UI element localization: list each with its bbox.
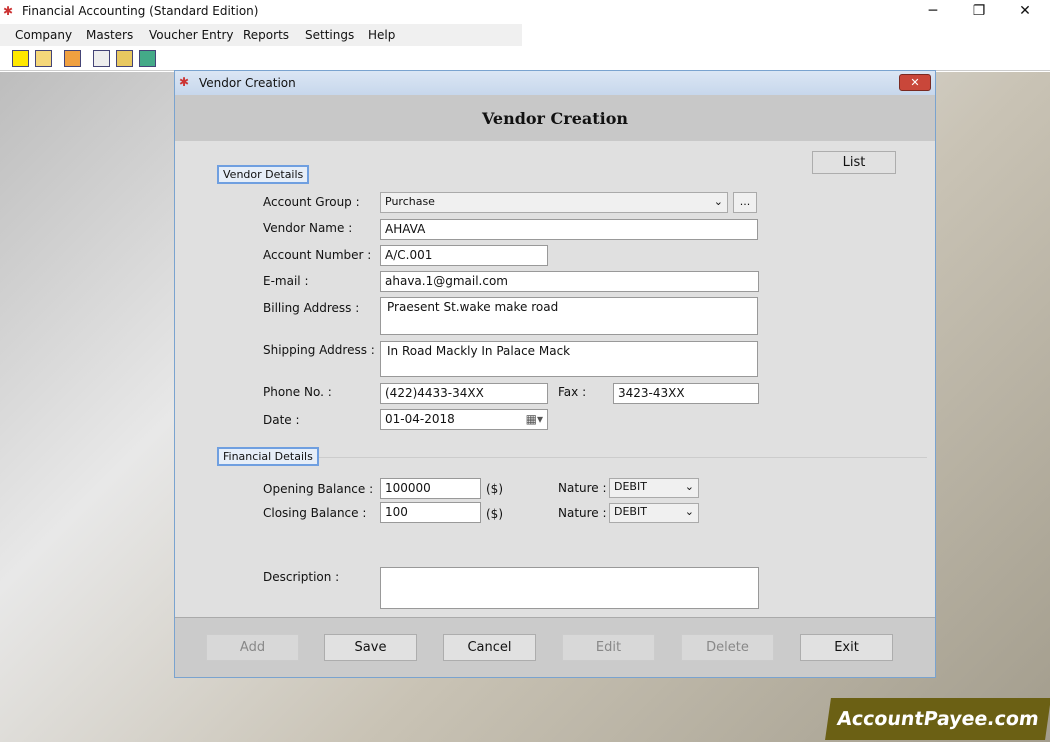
dialog-title: Vendor Creation <box>199 76 296 90</box>
opening-nature-value: DEBIT <box>614 480 647 493</box>
open-icon[interactable] <box>35 50 52 67</box>
dialog-header: Vendor Creation <box>175 95 935 141</box>
opening-balance-label: Opening Balance : <box>263 482 374 496</box>
phone-label: Phone No. : <box>263 385 332 399</box>
button-bar: Add Save Cancel Edit Delete Exit <box>175 617 935 677</box>
opening-nature-select[interactable]: DEBIT ⌄ <box>609 478 699 498</box>
opening-nature-label: Nature : <box>558 481 607 495</box>
account-number-input[interactable]: A/C.001 <box>380 245 548 266</box>
dialog-icon: ✱ <box>179 75 190 89</box>
closing-nature-value: DEBIT <box>614 505 647 518</box>
billing-address-label: Billing Address : <box>263 301 360 315</box>
chevron-down-icon: ⌄ <box>684 480 694 493</box>
date-label: Date : <box>263 413 300 427</box>
app-title: Financial Accounting (Standard Edition) <box>22 4 259 18</box>
chevron-down-icon: ⌄ <box>713 195 723 208</box>
save-button[interactable]: Save <box>324 634 417 661</box>
opening-balance-input[interactable]: 100000 <box>380 478 481 499</box>
vendor-creation-dialog: ✱ Vendor Creation ✕ Vendor Creation List… <box>174 70 936 678</box>
chevron-down-icon: ⌄ <box>684 505 694 518</box>
cancel-button[interactable]: Cancel <box>443 634 536 661</box>
menu-masters[interactable]: Masters <box>86 28 133 42</box>
fax-label: Fax : <box>558 385 587 399</box>
account-group-browse-button[interactable]: ... <box>733 192 757 213</box>
closing-balance-label: Closing Balance : <box>263 506 367 520</box>
calendar-dropdown-icon[interactable]: ▦▾ <box>526 412 543 426</box>
dialog-close-button[interactable]: ✕ <box>899 74 931 91</box>
dialog-title-bar: ✱ Vendor Creation ✕ <box>175 71 935 95</box>
new-icon[interactable] <box>12 50 29 67</box>
add-list-icon[interactable] <box>139 50 156 67</box>
menu-help[interactable]: Help <box>368 28 395 42</box>
opening-currency: ($) <box>486 482 503 496</box>
toolbar <box>0 47 1050 71</box>
shipping-address-label: Shipping Address : <box>263 343 375 357</box>
closing-balance-input[interactable]: 100 <box>380 502 481 523</box>
account-number-label: Account Number : <box>263 248 372 262</box>
menu-company[interactable]: Company <box>15 28 72 42</box>
closing-nature-select[interactable]: DEBIT ⌄ <box>609 503 699 523</box>
divider <box>217 457 927 458</box>
description-input[interactable] <box>380 567 759 609</box>
date-picker[interactable]: 01-04-2018 ▦▾ <box>380 409 548 430</box>
closing-nature-label: Nature : <box>558 506 607 520</box>
watermark-logo: AccountPayee.com <box>825 698 1050 740</box>
list-button[interactable]: List <box>812 151 896 174</box>
app-icon: ✱ <box>3 4 14 18</box>
menu-voucher-entry[interactable]: Voucher Entry <box>149 28 234 42</box>
calendar-icon[interactable] <box>64 50 81 67</box>
page-title: Vendor Creation <box>481 109 629 128</box>
account-group-value: Purchase <box>385 195 435 208</box>
add-button[interactable]: Add <box>206 634 299 661</box>
minimize-button[interactable]: ─ <box>910 0 956 24</box>
vendor-details-group-label: Vendor Details <box>217 165 310 184</box>
closing-currency: ($) <box>486 507 503 521</box>
financial-details-group-label: Financial Details <box>217 447 319 466</box>
account-group-label: Account Group : <box>263 195 360 209</box>
account-group-select[interactable]: Purchase ⌄ <box>380 192 728 213</box>
menu-settings[interactable]: Settings <box>305 28 354 42</box>
title-bar: ✱ Financial Accounting (Standard Edition… <box>0 0 1050 24</box>
date-value: 01-04-2018 <box>385 412 455 426</box>
delete-button[interactable]: Delete <box>681 634 774 661</box>
balance-icon[interactable] <box>93 50 110 67</box>
email-input[interactable]: ahava.1@gmail.com <box>380 271 759 292</box>
exit-button[interactable]: Exit <box>800 634 893 661</box>
maximize-button[interactable]: ❐ <box>956 0 1002 24</box>
menu-reports[interactable]: Reports <box>243 28 289 42</box>
edit-button[interactable]: Edit <box>562 634 655 661</box>
fax-input[interactable]: 3423-43XX <box>613 383 759 404</box>
menu-bar: Company Masters Voucher Entry Reports Se… <box>0 24 522 46</box>
vendor-name-label: Vendor Name : <box>263 221 353 235</box>
vendor-name-input[interactable]: AHAVA <box>380 219 758 240</box>
phone-input[interactable]: (422)4433-34XX <box>380 383 548 404</box>
description-label: Description : <box>263 570 340 584</box>
voucher-icon[interactable] <box>116 50 133 67</box>
email-label: E-mail : <box>263 274 309 288</box>
shipping-address-input[interactable]: In Road Mackly In Palace Mack <box>380 341 758 377</box>
close-button[interactable]: ✕ <box>1002 0 1048 24</box>
billing-address-input[interactable]: Praesent St.wake make road <box>380 297 758 335</box>
